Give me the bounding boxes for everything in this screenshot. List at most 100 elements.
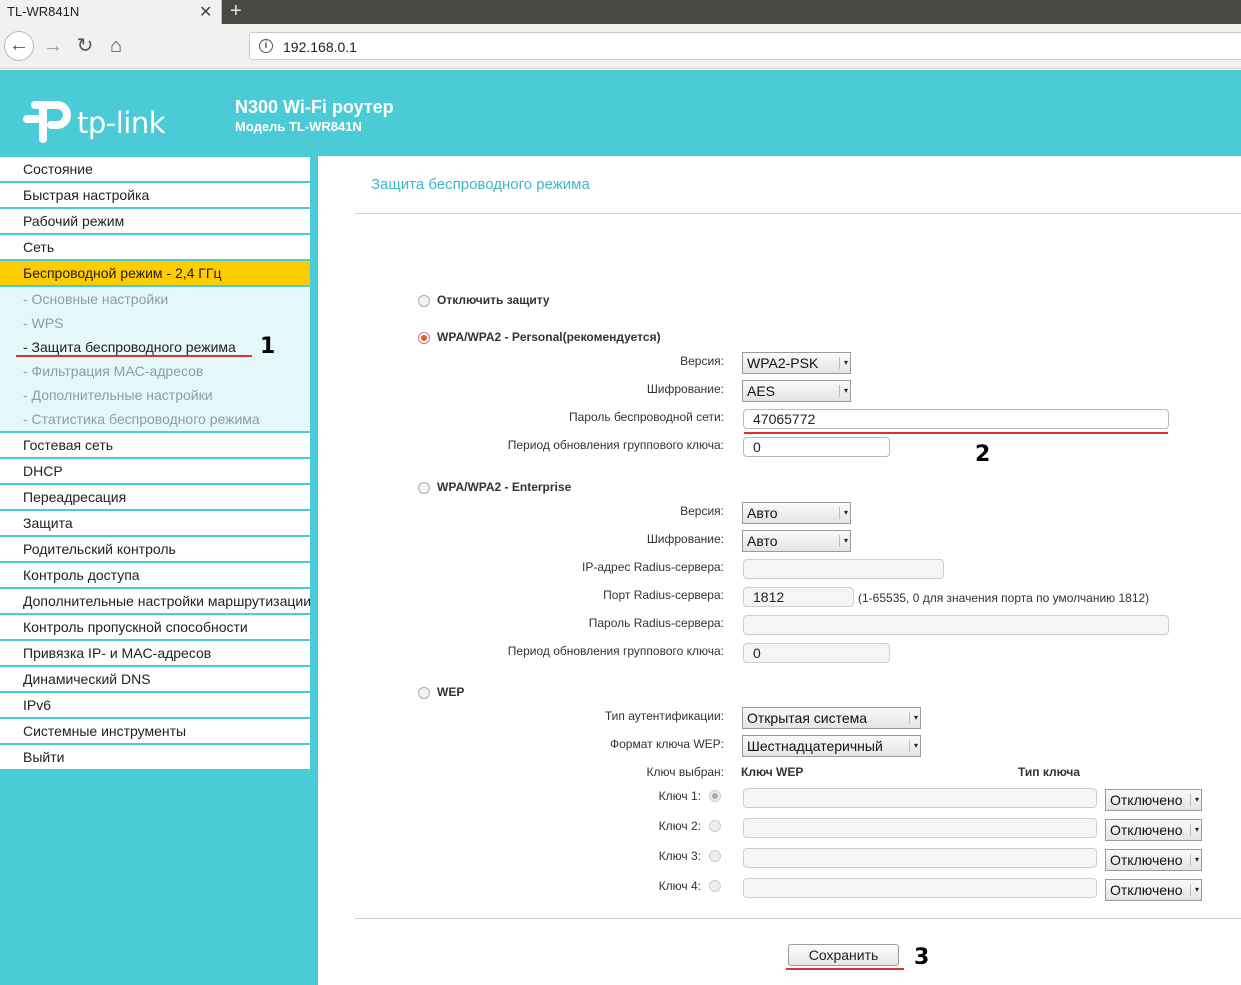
submenu-item-wps[interactable]: - WPS: [0, 311, 310, 335]
wep-key-2-type-select[interactable]: Отключено ▾: [1105, 819, 1202, 841]
back-arrow-icon[interactable]: ←: [4, 31, 34, 61]
radius-port-input[interactable]: 1812: [743, 587, 854, 607]
chevron-down-icon: ▾: [839, 385, 848, 397]
sidebar-item-guest[interactable]: Гостевая сеть: [0, 433, 310, 457]
sidebar-item-security[interactable]: Защита: [0, 511, 310, 535]
sidebar-item-bandwidth[interactable]: Контроль пропускной способности: [0, 615, 310, 639]
radio-wep[interactable]: [418, 687, 430, 699]
sidebar-item-forwarding[interactable]: Переадресация: [0, 485, 310, 509]
router-header: tp-link N300 Wi-Fi роутер Модель TL-WR84…: [0, 70, 1241, 156]
wep-key-2-input[interactable]: [743, 818, 1097, 838]
sidebar-item-parental[interactable]: Родительский контроль: [0, 537, 310, 561]
chevron-down-icon: ▾: [1190, 884, 1199, 896]
wep-key-column-header: Ключ WEP: [741, 765, 804, 779]
wep-key-3-input[interactable]: [743, 848, 1097, 868]
radio-disable-security[interactable]: [418, 295, 430, 307]
radio-wpa-personal[interactable]: [418, 332, 430, 344]
personal-encryption-select[interactable]: AES ▾: [742, 380, 851, 402]
personal-version-select[interactable]: WPA2-PSK ▾: [742, 352, 851, 374]
enterprise-version-select[interactable]: Авто ▾: [742, 502, 851, 524]
chevron-down-icon: ▾: [1190, 824, 1199, 836]
radius-password-label: Пароль Radius-сервера:: [588, 616, 724, 630]
save-button[interactable]: Сохранить: [788, 944, 899, 966]
radio-wpa-enterprise[interactable]: [418, 482, 430, 494]
wep-key-1-type-value: Отключено: [1110, 792, 1183, 808]
sidebar-item-wireless-24[interactable]: Беспроводной режим - 2,4 ГГц: [0, 261, 310, 285]
browser-tab[interactable]: TL-WR841N ✕: [0, 0, 222, 24]
password-label: Пароль беспроводной сети:: [568, 410, 724, 424]
sidebar-item-status[interactable]: Состояние: [0, 157, 310, 181]
address-bar[interactable]: i 192.168.0.1: [249, 32, 1241, 60]
annotation-number-1: 1: [260, 334, 276, 359]
enterprise-version-value: Авто: [747, 505, 778, 521]
wep-auth-select[interactable]: Открытая система ▾: [742, 707, 921, 729]
wep-format-select[interactable]: Шестнадцатеричный ▾: [742, 735, 921, 757]
wep-key-4-input[interactable]: [743, 878, 1097, 898]
personal-encryption-label: Шифрование:: [646, 382, 724, 396]
password-input[interactable]: 47065772: [743, 409, 1169, 429]
sidebar-item-ddns[interactable]: Динамический DNS: [0, 667, 310, 691]
enterprise-encryption-value: Авто: [747, 533, 778, 549]
chevron-down-icon: ▾: [1190, 794, 1199, 806]
wep-key-1-radio[interactable]: [709, 790, 721, 802]
radius-password-input[interactable]: [743, 615, 1169, 635]
enterprise-version-label: Версия:: [680, 504, 724, 518]
submenu-item-statistics[interactable]: - Статистика беспроводного режима: [0, 407, 310, 431]
info-icon[interactable]: i: [259, 39, 273, 53]
sidebar-item-logout[interactable]: Выйти: [0, 745, 310, 769]
home-icon[interactable]: ⌂: [101, 31, 131, 61]
enterprise-group-key-input[interactable]: 0: [743, 643, 890, 663]
option-disable-security: Отключить защиту: [437, 293, 550, 307]
chevron-down-icon: ▾: [839, 507, 848, 519]
url-text[interactable]: 192.168.0.1: [283, 39, 357, 55]
wep-auth-value: Открытая система: [747, 710, 868, 726]
sidebar-item-routing[interactable]: Дополнительные настройки маршрутизации: [0, 589, 310, 613]
wep-key-4-label: Ключ 4:: [658, 879, 701, 893]
sidebar-item-operation-mode[interactable]: Рабочий режим: [0, 209, 310, 233]
new-tab-icon[interactable]: +: [230, 0, 242, 23]
sidebar-item-ipv6[interactable]: IPv6: [0, 693, 310, 717]
submenu-item-basic[interactable]: - Основные настройки: [0, 287, 310, 311]
wep-key-4-type-value: Отключено: [1110, 882, 1183, 898]
radius-ip-label: IP-адрес Radius-сервера:: [582, 560, 724, 574]
page-title: Защита беспроводного режима: [371, 176, 590, 193]
wep-format-value: Шестнадцатеричный: [747, 738, 883, 754]
wep-key-4-radio[interactable]: [709, 880, 721, 892]
product-title: N300 Wi-Fi роутер: [235, 97, 394, 117]
browser-tab-bar: TL-WR841N ✕ +: [0, 0, 1241, 24]
bottom-divider: [355, 918, 1241, 919]
submenu-item-advanced[interactable]: - Дополнительные настройки: [0, 383, 310, 407]
annotation-underline-1: [16, 355, 252, 357]
wep-key-selected-label: Ключ выбран:: [646, 765, 725, 779]
title-divider: [355, 213, 1241, 214]
reload-icon[interactable]: ↻: [70, 31, 100, 61]
wep-key-3-type-value: Отключено: [1110, 852, 1183, 868]
wep-key-3-type-select[interactable]: Отключено ▾: [1105, 849, 1202, 871]
close-tab-icon[interactable]: ✕: [199, 2, 212, 22]
tab-title: TL-WR841N: [7, 4, 80, 19]
wireless-submenu: - Основные настройки - WPS - Защита бесп…: [0, 287, 310, 431]
sidebar-item-access-control[interactable]: Контроль доступа: [0, 563, 310, 587]
sidebar-item-quick-setup[interactable]: Быстрая настройка: [0, 183, 310, 207]
wep-key-3-radio[interactable]: [709, 850, 721, 862]
forward-arrow-icon[interactable]: →: [38, 31, 68, 61]
wep-key-2-radio[interactable]: [709, 820, 721, 832]
submenu-item-mac-filter[interactable]: - Фильтрация MAC-адресов: [0, 359, 310, 383]
personal-group-key-label: Период обновления группового ключа:: [507, 438, 724, 452]
wep-key-1-input[interactable]: [743, 788, 1097, 808]
sidebar-item-dhcp[interactable]: DHCP: [0, 459, 310, 483]
personal-group-key-input[interactable]: 0: [743, 437, 890, 457]
sidebar-item-ip-mac-binding[interactable]: Привязка IP- и MAC-адресов: [0, 641, 310, 665]
wep-key-1-type-select[interactable]: Отключено ▾: [1105, 789, 1202, 811]
sidebar-item-system-tools[interactable]: Системные инструменты: [0, 719, 310, 743]
wep-key-1-label: Ключ 1:: [658, 789, 701, 803]
radius-ip-input[interactable]: [743, 559, 944, 579]
sidebar-item-network[interactable]: Сеть: [0, 235, 310, 259]
wep-key-3-label: Ключ 3:: [658, 849, 701, 863]
sidebar-menu: Состояние Быстрая настройка Рабочий режи…: [0, 157, 310, 771]
chevron-down-icon: ▾: [839, 357, 848, 369]
enterprise-group-key-label: Период обновления группового ключа:: [507, 644, 724, 658]
chevron-down-icon: ▾: [909, 712, 918, 724]
wep-key-4-type-select[interactable]: Отключено ▾: [1105, 879, 1202, 901]
enterprise-encryption-select[interactable]: Авто ▾: [742, 530, 851, 552]
